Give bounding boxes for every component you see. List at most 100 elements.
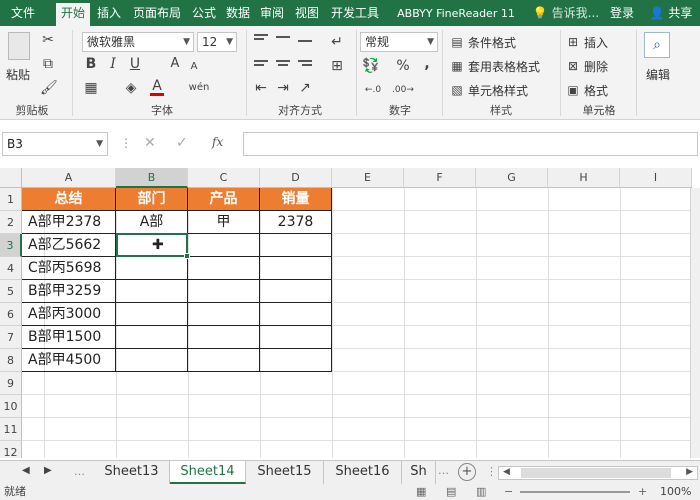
column-header-g[interactable]: G: [476, 168, 548, 188]
row-header-2[interactable]: 2: [0, 211, 22, 234]
cell-d8[interactable]: [260, 349, 332, 372]
cell-b2[interactable]: A部: [116, 211, 188, 234]
cell-c3[interactable]: [188, 234, 260, 257]
column-header-b[interactable]: B: [116, 168, 188, 188]
delete-cells-button[interactable]: 删除: [584, 58, 608, 75]
login-button[interactable]: 登录: [604, 3, 640, 26]
column-header-i[interactable]: I: [620, 168, 692, 188]
search-icon[interactable]: ⌕: [644, 32, 670, 58]
sheet-tab-sheet14[interactable]: Sheet14: [170, 461, 246, 484]
sheet-tab-sheet13[interactable]: Sheet13: [94, 461, 170, 484]
cell-a3[interactable]: A部乙5662: [22, 234, 116, 257]
tab-review[interactable]: 审阅: [256, 3, 288, 26]
cell-a6[interactable]: A部丙3000: [22, 303, 116, 326]
tab-abbyy[interactable]: ABBYY FineReader 11: [388, 3, 524, 26]
zoom-out-icon[interactable]: −: [504, 484, 513, 500]
row-header-11[interactable]: 11: [0, 418, 22, 441]
align-right-icon[interactable]: [298, 60, 312, 62]
column-header-d[interactable]: D: [260, 168, 332, 188]
align-bottom-icon[interactable]: [298, 40, 312, 42]
cell-c8[interactable]: [188, 349, 260, 372]
format-cells-button[interactable]: 格式: [584, 82, 608, 99]
cell-d7[interactable]: [260, 326, 332, 349]
row-header-1[interactable]: 1: [0, 188, 22, 211]
tab-view[interactable]: 视图: [290, 3, 324, 26]
table-format-button[interactable]: 套用表格格式: [468, 58, 540, 75]
sheet-tab-sheet15[interactable]: Sheet15: [246, 461, 324, 484]
cell-c1[interactable]: 产品: [188, 188, 260, 211]
tell-me-box[interactable]: 💡 告诉我...: [528, 3, 604, 26]
decrease-decimal-icon[interactable]: .00→: [392, 82, 414, 98]
increase-indent-icon[interactable]: ⇥: [276, 80, 290, 96]
align-top-icon[interactable]: [254, 34, 268, 36]
cell-style-button[interactable]: 单元格样式: [468, 82, 528, 99]
tab-home[interactable]: 开始: [56, 3, 90, 26]
row-header-6[interactable]: 6: [0, 303, 22, 326]
name-box[interactable]: B3 ▼: [2, 132, 108, 156]
cell-d5[interactable]: [260, 280, 332, 303]
scroll-right-icon[interactable]: ▶: [686, 467, 693, 477]
row-header-9[interactable]: 9: [0, 372, 22, 395]
column-header-a[interactable]: A: [22, 168, 116, 188]
conditional-format-button[interactable]: 条件格式: [468, 34, 516, 51]
row-header-3[interactable]: 3: [0, 234, 22, 257]
confirm-icon[interactable]: ✓: [176, 135, 188, 151]
tab-insert[interactable]: 插入: [92, 3, 126, 26]
column-header-h[interactable]: H: [548, 168, 620, 188]
bold-button[interactable]: B: [84, 56, 98, 72]
more-tabs-icon[interactable]: …: [438, 464, 449, 477]
tab-page-layout[interactable]: 页面布局: [128, 3, 186, 26]
align-middle-icon[interactable]: [276, 36, 290, 38]
cut-icon[interactable]: ✂: [40, 32, 56, 48]
cell-d2[interactable]: 2378: [260, 211, 332, 234]
tab-data[interactable]: 数据: [222, 3, 254, 26]
decrease-indent-icon[interactable]: ⇤: [254, 80, 268, 96]
row-header-7[interactable]: 7: [0, 326, 22, 349]
copy-icon[interactable]: ⧉: [40, 56, 56, 72]
share-button[interactable]: 👤 共享: [644, 3, 698, 26]
column-header-e[interactable]: E: [332, 168, 404, 188]
cell-b1[interactable]: 部门: [116, 188, 188, 211]
cell-b6[interactable]: [116, 303, 188, 326]
sheet-tab-partial[interactable]: Sh: [402, 461, 436, 484]
add-sheet-button[interactable]: +: [458, 463, 476, 481]
align-center-icon[interactable]: [276, 60, 290, 62]
select-all-corner[interactable]: [0, 168, 22, 188]
italic-button[interactable]: I: [106, 56, 120, 72]
tab-file[interactable]: 文件: [6, 3, 40, 26]
row-header-10[interactable]: 10: [0, 395, 22, 418]
row-header-5[interactable]: 5: [0, 280, 22, 303]
tab-formulas[interactable]: 公式: [188, 3, 220, 26]
increase-decimal-icon[interactable]: ←.0: [362, 82, 384, 98]
row-header-8[interactable]: 8: [0, 349, 22, 372]
cell-c5[interactable]: [188, 280, 260, 303]
sheet-tab-sheet16[interactable]: Sheet16: [324, 461, 402, 484]
font-size-select[interactable]: 12 ▼: [197, 32, 237, 52]
fill-color-icon[interactable]: ◈: [124, 80, 138, 96]
wrap-text-icon[interactable]: ↵: [330, 34, 344, 50]
cell-d4[interactable]: [260, 257, 332, 280]
zoom-level[interactable]: 100%: [660, 484, 691, 500]
currency-icon[interactable]: 💱: [362, 58, 379, 74]
cell-a1[interactable]: 总结: [22, 188, 116, 211]
normal-view-icon[interactable]: ▦: [416, 484, 426, 500]
paste-icon[interactable]: [8, 32, 30, 60]
column-header-f[interactable]: F: [404, 168, 476, 188]
border-icon[interactable]: ▦: [84, 80, 98, 96]
horizontal-scrollbar[interactable]: ◀ ▶: [498, 466, 698, 480]
paste-label[interactable]: 粘贴: [6, 66, 30, 83]
cell-b7[interactable]: [116, 326, 188, 349]
scrollbar-thumb[interactable]: [521, 468, 671, 478]
align-left-icon[interactable]: [254, 60, 268, 62]
cell-a2[interactable]: A部甲2378: [22, 211, 116, 234]
scroll-tabs-right-icon[interactable]: ▶: [44, 465, 52, 476]
function-button[interactable]: fx: [212, 135, 223, 149]
cell-a5[interactable]: B部甲3259: [22, 280, 116, 303]
cell-b5[interactable]: [116, 280, 188, 303]
cell-d3[interactable]: [260, 234, 332, 257]
insert-cells-button[interactable]: 插入: [584, 34, 608, 51]
more-tabs-icon[interactable]: …: [74, 465, 85, 478]
scroll-tabs-left-icon[interactable]: ◀: [22, 465, 30, 476]
cell-c7[interactable]: [188, 326, 260, 349]
font-name-select[interactable]: 微软雅黑 ▼: [82, 32, 194, 52]
